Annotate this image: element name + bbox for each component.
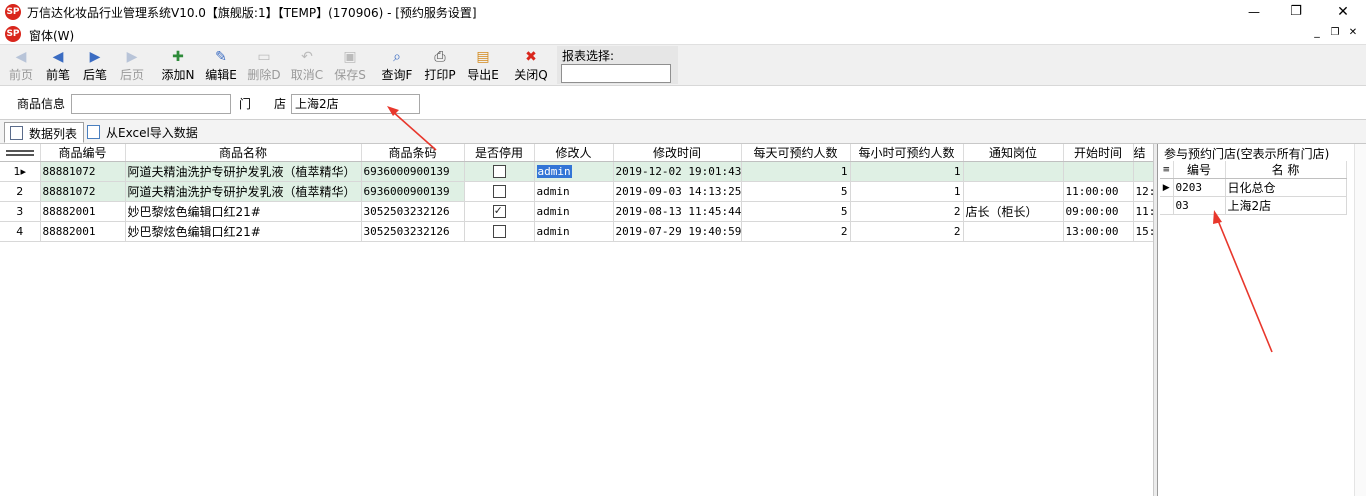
annotation-arrow-panel xyxy=(1213,210,1273,353)
annotation-overlay xyxy=(387,106,1273,353)
annotation-arrow-store xyxy=(387,106,437,151)
